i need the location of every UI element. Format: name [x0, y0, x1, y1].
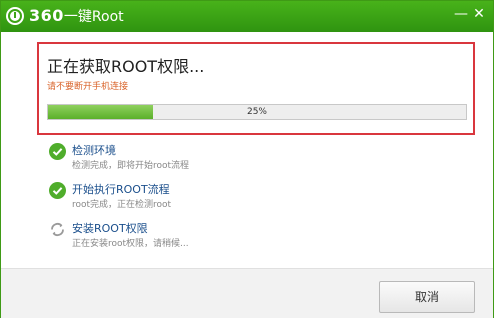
progress-bar: 25% — [47, 104, 467, 120]
app-title-suffix: 一键Root — [63, 9, 124, 25]
progress-percent-label: 25% — [246, 107, 267, 117]
app-window: 360一键Root — ✕ 正在获取ROOT权限... 请不要断开手机连接 25… — [0, 0, 494, 318]
cancel-button[interactable]: 取消 — [379, 281, 475, 313]
step-description: 检测完成，即将开始root流程 — [72, 161, 190, 171]
step-description: 正在安装root权限，请稍候... — [72, 239, 189, 249]
refresh-icon — [51, 223, 64, 236]
status-title: 正在获取ROOT权限... — [47, 57, 205, 76]
footer-bar: 取消 — [1, 268, 493, 318]
title-bar[interactable]: 360一键Root — ✕ — [1, 1, 493, 32]
check-icon — [49, 143, 66, 160]
app-title: 360一键Root — [29, 5, 124, 27]
check-icon — [49, 182, 66, 199]
step-description: root完成，正在检测root — [72, 200, 172, 210]
close-icon[interactable]: ✕ — [471, 6, 487, 22]
step-title: 开始执行ROOT流程 — [72, 183, 170, 196]
minimize-icon[interactable]: — — [453, 6, 469, 22]
step-title: 安装ROOT权限 — [72, 222, 148, 235]
app-brand: 360 — [29, 6, 64, 25]
status-warning: 请不要断开手机连接 — [47, 82, 129, 92]
app-logo-icon — [6, 7, 24, 25]
step-title: 检测环境 — [72, 144, 116, 157]
